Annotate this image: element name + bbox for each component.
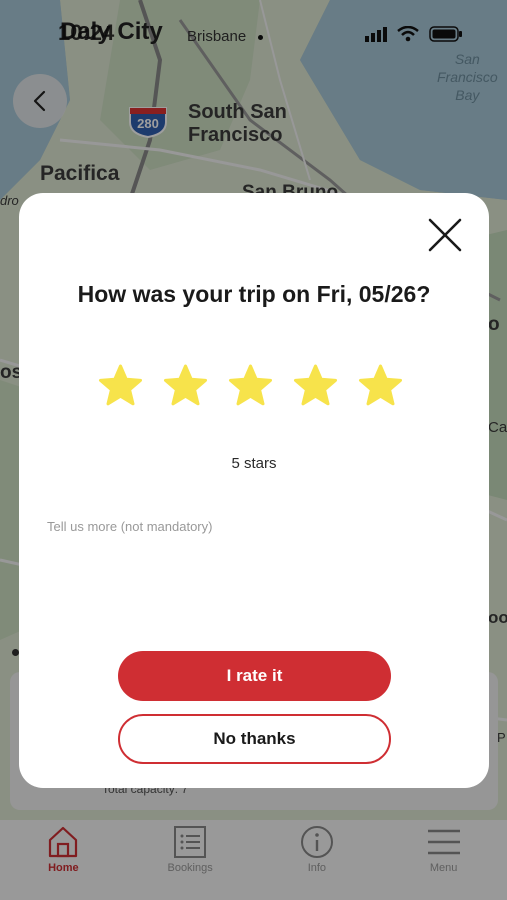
tab-bookings-label: Bookings — [167, 862, 213, 874]
close-icon — [428, 218, 462, 252]
tab-info[interactable]: Info — [262, 825, 372, 874]
tab-menu[interactable]: Menu — [389, 825, 499, 874]
no-thanks-button[interactable]: No thanks — [118, 714, 391, 764]
rating-modal: How was your trip on Fri, 05/26? 5 stars… — [19, 193, 489, 788]
list-icon — [174, 826, 207, 858]
home-icon — [49, 826, 78, 858]
comment-field[interactable] — [33, 509, 475, 627]
modal-title: How was your trip on Fri, 05/26? — [77, 281, 431, 307]
star-icon[interactable] — [357, 363, 404, 410]
star-icon[interactable] — [97, 363, 144, 410]
tab-bookings[interactable]: Bookings — [135, 825, 245, 874]
star-icon[interactable] — [227, 363, 274, 410]
tab-menu-label: Menu — [429, 862, 458, 874]
star-icon[interactable] — [292, 363, 339, 410]
close-button[interactable] — [425, 215, 465, 255]
menu-icon — [427, 829, 460, 855]
info-icon — [300, 826, 333, 858]
rate-button[interactable]: I rate it — [118, 651, 391, 701]
tab-home[interactable]: Home — [8, 825, 118, 874]
star-rating — [97, 363, 404, 410]
stars-count-label: 5 stars — [231, 455, 277, 472]
star-icon[interactable] — [162, 363, 209, 410]
tab-info-label: Info — [307, 862, 327, 874]
bottom-tab-bar: Home Bookings Info Menu — [0, 820, 507, 900]
tab-home-label: Home — [48, 862, 79, 874]
